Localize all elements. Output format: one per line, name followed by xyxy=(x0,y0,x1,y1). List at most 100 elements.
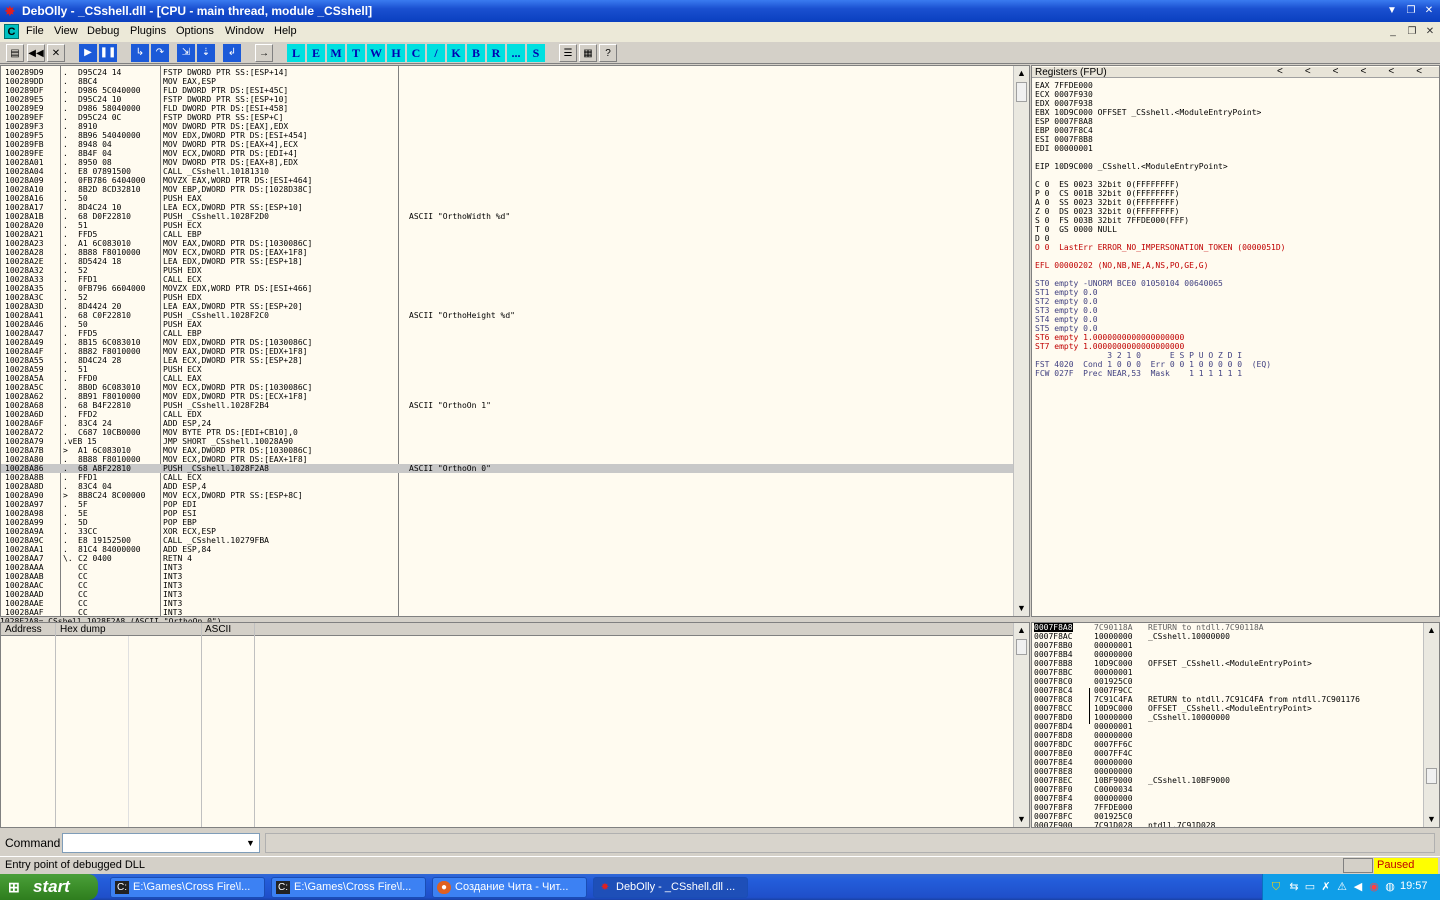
dump-col-hex[interactable]: Hex dump xyxy=(60,624,106,635)
mdi-minimize-icon[interactable]: _ xyxy=(1386,25,1400,38)
taskbar-item-cmd-2[interactable]: C: E:\Games\Cross Fire\l... xyxy=(271,877,426,898)
menu-window[interactable]: Window xyxy=(225,25,264,37)
disassembly-row[interactable]: 10028A6D. FFD2 CALL EDX xyxy=(1,410,1013,419)
stack-row[interactable]: 0007F900 7C91D028 ntdll.7C91D028 xyxy=(1032,821,1422,827)
menu-debug[interactable]: Debug xyxy=(87,25,119,37)
disassembly-pane[interactable]: 100289D9. D95C24 14 FSTP DWORD PTR SS:[ESP… xyxy=(0,65,1030,617)
disassembly-row[interactable]: 10028A7B > A1 6C083010 MOV EAX,DWORD PTR DS… xyxy=(1,446,1013,455)
stack-row[interactable]: 0007F8D0 10000000 _CSshell.10000000 xyxy=(1032,713,1422,722)
register-line[interactable]: EDI 00000001 xyxy=(1035,144,1093,153)
stack-row[interactable]: 0007F8A8 7C90118A RETURN to ntdll.7C90118A xyxy=(1032,623,1422,632)
taskbar-item-firefox[interactable]: ● Создание Чита - Чит... xyxy=(432,877,587,898)
disassembly-row[interactable]: 10028A86. 68 A8F22810 PUSH _CSshell.1028F2… xyxy=(1,464,1013,473)
taskbar-item-debolly[interactable]: ✸ DebOlly - _CSshell.dll ... xyxy=(593,877,748,898)
register-line[interactable]: A 0 SS 0023 32bit 0(FFFFFFFF) xyxy=(1035,198,1180,207)
scroll-thumb[interactable] xyxy=(1016,639,1027,655)
stack-row[interactable]: 0007F8C4 0007F9CC xyxy=(1032,686,1422,695)
disassembly-row[interactable]: 10028AA7 \. C2 0400 RETN 4 xyxy=(1,554,1013,563)
register-line[interactable]: 3 2 1 0 E S P U O Z D I xyxy=(1035,351,1242,360)
register-line[interactable]: ST1 empty 0.0 xyxy=(1035,288,1098,297)
stack-row[interactable]: 0007F8D4 00000001 xyxy=(1032,722,1422,731)
log-window-button[interactable]: L xyxy=(287,44,305,62)
disassembly-row[interactable]: 10028AAA CC INT3 xyxy=(1,563,1013,572)
disassembly-row[interactable]: 10028AAB CC INT3 xyxy=(1,572,1013,581)
menu-help[interactable]: Help xyxy=(274,25,297,37)
minimize-icon[interactable]: ▼ xyxy=(1384,3,1400,18)
register-line[interactable]: ST5 empty 0.0 xyxy=(1035,324,1098,333)
chevron-down-icon[interactable]: ▼ xyxy=(242,834,259,852)
stack-row[interactable]: 0007F8C0 001925C0 xyxy=(1032,677,1422,686)
disassembly-row[interactable]: 100289FB. 8948 04 MOV DWORD PTR DS:[EAX+4]… xyxy=(1,140,1013,149)
network-alert-icon[interactable]: ⚠ xyxy=(1335,880,1349,894)
disassembly-row[interactable]: 10028A01. 8950 08 MOV DWORD PTR DS:[EAX+8]… xyxy=(1,158,1013,167)
references-window-button[interactable]: R xyxy=(487,44,505,62)
volume-icon[interactable]: ◀ xyxy=(1351,880,1365,894)
stack-row[interactable]: 0007F8F0 C0000034 xyxy=(1032,785,1422,794)
disassembly-row[interactable]: 10028A98. 5E POP ESI xyxy=(1,509,1013,518)
disassembly-row[interactable]: 10028A2E. 8D5424 18 LEA EDX,DWORD PTR SS:[… xyxy=(1,257,1013,266)
scroll-up-icon[interactable]: ▲ xyxy=(1014,66,1029,81)
register-line[interactable]: ESI 0007F8B8 xyxy=(1035,135,1093,144)
disassembly-row[interactable]: 10028AAD CC INT3 xyxy=(1,590,1013,599)
run-icon[interactable]: ▶ xyxy=(79,44,97,62)
register-line[interactable]: ST0 empty -UNORM BCE0 01050104 00640065 xyxy=(1035,279,1223,288)
disassembly-row[interactable]: 10028A6F. 83C4 24 ADD ESP,24 xyxy=(1,419,1013,428)
run-trace-window-button[interactable]: ... xyxy=(507,44,525,62)
register-line[interactable]: FCW 027F Prec NEAR,53 Mask 1 1 1 1 1 1 xyxy=(1035,369,1242,378)
register-line[interactable]: ST4 empty 0.0 xyxy=(1035,315,1098,324)
step-into-icon[interactable]: ↳ xyxy=(131,44,149,62)
disassembly-scrollbar[interactable]: ▲ ▼ xyxy=(1013,66,1029,616)
cpu-window-button[interactable]: C xyxy=(407,44,425,62)
disassembly-row[interactable]: 10028A5C. 8B0D 6C083010 MOV ECX,DWORD PTR … xyxy=(1,383,1013,392)
trace-into-icon[interactable]: ⇲ xyxy=(177,44,195,62)
stack-row[interactable]: 0007F8F8 7FFDE000 xyxy=(1032,803,1422,812)
register-line[interactable]: ST3 empty 0.0 xyxy=(1035,306,1098,315)
cpu-window-icon[interactable]: C xyxy=(4,24,19,39)
open-icon[interactable]: ▤ xyxy=(6,44,24,62)
registers-header[interactable]: Registers (FPU) <<<<<< xyxy=(1032,66,1439,78)
register-line[interactable]: P 0 CS 001B 32bit 0(FFFFFFFF) xyxy=(1035,189,1180,198)
scroll-down-icon[interactable]: ▼ xyxy=(1014,601,1029,616)
register-line[interactable]: EFL 00000202 (NO,NB,NE,A,NS,PO,GE,G) xyxy=(1035,261,1208,270)
scroll-thumb[interactable] xyxy=(1016,82,1027,102)
disassembly-row[interactable]: 100289FE. 8B4F 04 MOV ECX,DWORD PTR DS:[ED… xyxy=(1,149,1013,158)
disassembly-row[interactable]: 10028A62. 8B91 F8010000 MOV EDX,DWORD PTR … xyxy=(1,392,1013,401)
disassembly-row[interactable]: 10028AAE CC INT3 xyxy=(1,599,1013,608)
stack-scrollbar[interactable]: ▲ ▼ xyxy=(1423,623,1439,827)
registers-pane[interactable]: Registers (FPU) <<<<<< EAX 7FFDE000 ECX 0… xyxy=(1031,65,1440,617)
disassembly-row[interactable]: 10028A5A. FFD0 CALL EAX xyxy=(1,374,1013,383)
step-over-icon[interactable]: ↷ xyxy=(151,44,169,62)
stack-row[interactable]: 0007F8BC 00000001 xyxy=(1032,668,1422,677)
network-icon[interactable]: ⇆ xyxy=(1287,880,1301,894)
security-shield-icon[interactable]: ⛉ xyxy=(1269,880,1283,894)
scroll-up-icon[interactable]: ▲ xyxy=(1014,623,1029,638)
mdi-restore-icon[interactable]: ❐ xyxy=(1405,25,1419,38)
disassembly-row[interactable]: 100289E9. D986 58040000 FLD DWORD PTR DS:[… xyxy=(1,104,1013,113)
disassembly-row[interactable]: 10028A16. 50 PUSH EAX xyxy=(1,194,1013,203)
disassembly-row[interactable]: 10028A47. FFD5 CALL EBP xyxy=(1,329,1013,338)
restore-icon[interactable]: ❐ xyxy=(1403,3,1419,18)
disassembly-row[interactable]: 10028A55. 8D4C24 28 LEA ECX,DWORD PTR SS:[… xyxy=(1,356,1013,365)
disassembly-row[interactable]: 10028AAC CC INT3 xyxy=(1,581,1013,590)
register-line[interactable]: EDX 0007F938 xyxy=(1035,99,1093,108)
disassembly-row[interactable]: 10028A59. 51 PUSH ECX xyxy=(1,365,1013,374)
disassembly-row[interactable]: 10028A3D. 8D4424 20 LEA EAX,DWORD PTR SS:[… xyxy=(1,302,1013,311)
register-line[interactable]: FST 4020 Cond 1 0 0 0 Err 0 0 1 0 0 0 0 … xyxy=(1035,360,1271,369)
stack-row[interactable]: 0007F8B4 00000000 xyxy=(1032,650,1422,659)
close-icon[interactable]: ✕ xyxy=(1421,3,1437,18)
monitor-icon[interactable]: ▭ xyxy=(1303,880,1317,894)
register-line[interactable]: EIP 10D9C000 _CSshell.<ModuleEntryPoint> xyxy=(1035,162,1228,171)
register-nav-arrows[interactable]: <<<<<< xyxy=(1277,66,1439,77)
register-line[interactable]: ESP 0007F8A8 xyxy=(1035,117,1093,126)
memory-window-button[interactable]: M xyxy=(327,44,345,62)
register-line[interactable]: ST6 empty 1.0000000000000000000 xyxy=(1035,333,1184,342)
register-line[interactable]: C 0 ES 0023 32bit 0(FFFFFFFF) xyxy=(1035,180,1180,189)
disassembly-row[interactable]: 10028A72. C687 10CB0000 MOV BYTE PTR DS:[E… xyxy=(1,428,1013,437)
menu-plugins[interactable]: Plugins xyxy=(130,25,166,37)
tray-app-icon[interactable]: ◍ xyxy=(1383,880,1397,894)
menu-view[interactable]: View xyxy=(54,25,78,37)
threads-window-button[interactable]: T xyxy=(347,44,365,62)
stack-row[interactable]: 0007F8B0 00000001 xyxy=(1032,641,1422,650)
command-input[interactable] xyxy=(62,833,260,853)
disassembly-row[interactable]: 10028A4F. 8B82 F8010000 MOV EAX,DWORD PTR … xyxy=(1,347,1013,356)
